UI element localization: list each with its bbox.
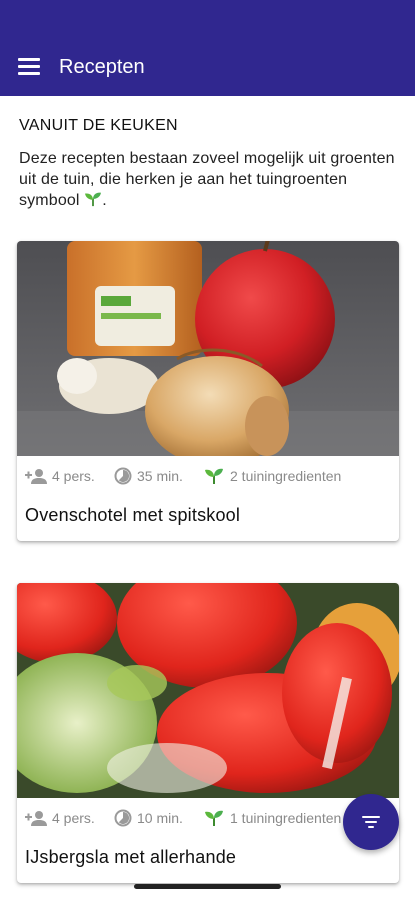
garden-ingredients-info: 2 tuiningredienten [203, 465, 341, 487]
garden-ingredients-info: 1 tuiningredienten [203, 807, 341, 829]
sprout-icon [205, 468, 223, 484]
filter-icon [362, 816, 380, 818]
recipe-title: Ovenschotel met spitskool [25, 505, 241, 525]
sprout-icon [85, 192, 102, 207]
timer-icon [114, 467, 132, 485]
recipe-title: IJsbergsla met allerhande [25, 847, 237, 867]
filter-button[interactable] [343, 794, 399, 850]
time-label: 10 min. [137, 810, 183, 826]
recipe-card[interactable]: 4 pers. 10 min. 1 tuiningredienten IJsbe… [17, 583, 399, 883]
recipe-meta: 4 pers. 35 min. 2 tuiningredienten [25, 465, 395, 487]
timer-icon [114, 809, 132, 827]
recipe-card[interactable]: 4 pers. 35 min. 2 tuiningredienten Ovens… [17, 241, 399, 541]
persons-label: 4 pers. [52, 468, 95, 484]
section-intro-text: Deze recepten bestaan zoveel mogelijk ui… [19, 150, 395, 209]
section-heading: VANUIT DE KEUKEN [19, 117, 178, 134]
persons-label: 4 pers. [52, 810, 95, 826]
sprout-icon [205, 810, 223, 826]
time-label: 35 min. [137, 468, 183, 484]
add-person-icon [25, 469, 47, 484]
section-intro: Deze recepten bestaan zoveel mogelijk ui… [19, 150, 395, 209]
recipe-image [17, 583, 399, 798]
recipe-meta: 4 pers. 10 min. 1 tuiningredienten [25, 807, 395, 829]
time-info: 10 min. [114, 807, 183, 829]
hamburger-menu-icon[interactable] [18, 58, 42, 78]
time-info: 35 min. [114, 465, 183, 487]
add-person-icon [25, 811, 47, 826]
app-bar: Recepten [0, 0, 415, 96]
garden-ingredients-label: 2 tuiningredienten [230, 468, 342, 484]
page-title: Recepten [59, 56, 145, 78]
persons-info: 4 pers. [25, 807, 95, 829]
persons-info: 4 pers. [25, 465, 95, 487]
garden-ingredients-label: 1 tuiningredienten [230, 810, 342, 826]
recipe-image [17, 241, 399, 456]
home-indicator[interactable] [134, 884, 281, 889]
